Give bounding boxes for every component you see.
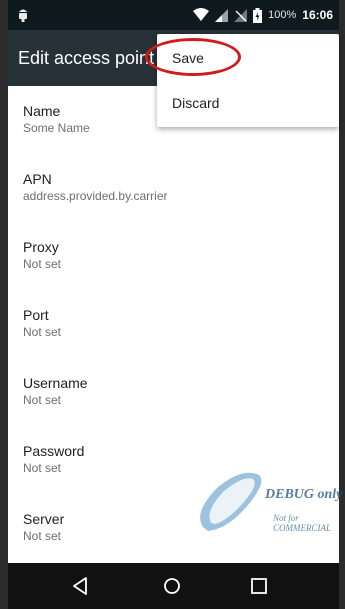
save-highlight-annotation — [145, 38, 241, 76]
setting-proxy[interactable]: Proxy Not set — [8, 222, 339, 290]
navigation-bar — [8, 563, 339, 609]
setting-value: Not set — [23, 325, 62, 339]
signal-icon — [215, 8, 229, 22]
battery-percent: 100% — [268, 9, 297, 21]
discard-menu-item[interactable]: Discard — [172, 95, 219, 111]
clock: 16:06 — [302, 8, 333, 22]
debug-android-icon — [19, 9, 27, 22]
device-bezel-right — [339, 0, 345, 609]
setting-value: Not set — [23, 529, 62, 543]
status-icons: 100% 16:06 — [193, 7, 333, 23]
setting-value: Not set — [23, 257, 62, 271]
setting-port[interactable]: Port Not set — [8, 290, 339, 358]
setting-title: APN — [23, 171, 52, 187]
setting-password[interactable]: Password Not set — [8, 426, 339, 494]
setting-value: address.provided.by.carrier — [23, 189, 168, 203]
status-bar: 100% 16:06 — [8, 0, 339, 30]
setting-title: Proxy — [23, 239, 59, 255]
setting-apn[interactable]: APN address.provided.by.carrier — [8, 154, 339, 222]
back-icon[interactable] — [70, 575, 92, 597]
recents-icon[interactable] — [248, 575, 270, 597]
setting-title: Server — [23, 511, 65, 527]
setting-value: Not set — [23, 461, 62, 475]
no-signal-icon — [234, 8, 248, 22]
device-bezel-left — [0, 0, 8, 609]
setting-value: Not set — [23, 393, 62, 407]
page-title: Edit access point — [18, 48, 155, 68]
setting-title: Username — [23, 375, 88, 391]
apn-settings-list[interactable]: Name Some Name APN address.provided.by.c… — [8, 86, 339, 563]
wifi-icon — [193, 8, 210, 21]
setting-title: Password — [23, 443, 85, 459]
setting-server[interactable]: Server Not set — [8, 494, 339, 562]
setting-title: Port — [23, 307, 49, 323]
battery-charging-icon — [253, 7, 263, 23]
setting-username[interactable]: Username Not set — [8, 358, 339, 426]
home-icon[interactable] — [161, 575, 183, 597]
phone-screen: 100% 16:06 Edit access point Name Some N… — [0, 0, 345, 609]
